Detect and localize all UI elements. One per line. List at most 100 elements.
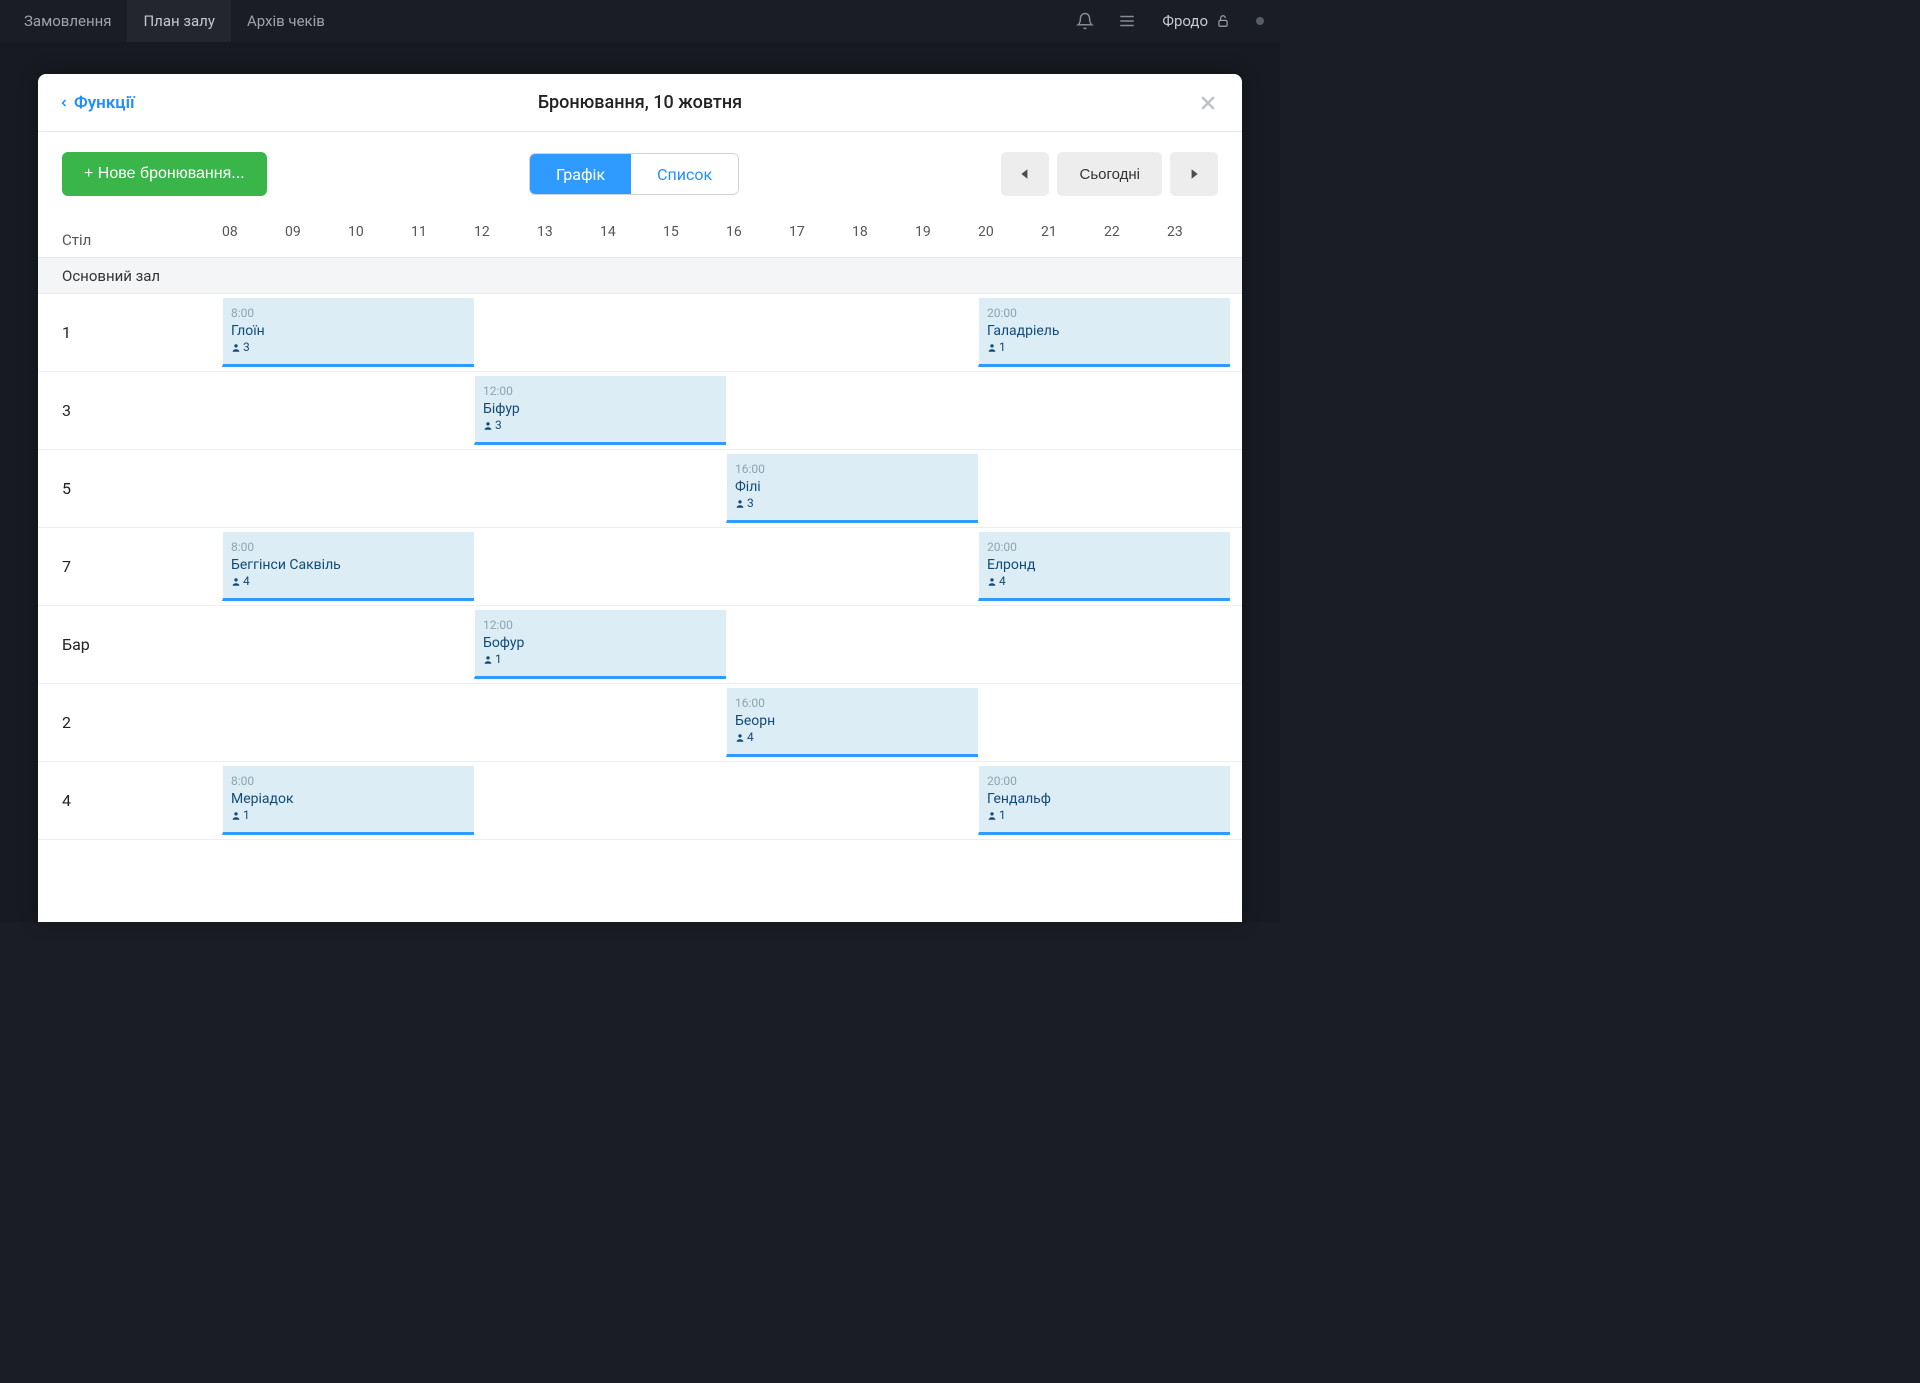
table-label: 1 xyxy=(62,294,222,371)
booking[interactable]: 12:00Біфур3 xyxy=(474,376,726,445)
booking-name: Меріадок xyxy=(231,790,466,808)
topbar-item[interactable]: План залу xyxy=(127,0,230,42)
table-label: 4 xyxy=(62,762,222,839)
hour-header: 13 xyxy=(537,222,600,257)
new-booking-button[interactable]: + Нове бронювання... xyxy=(62,152,267,196)
topbar-nav: ЗамовленняПлан залуАрхів чеків xyxy=(8,0,341,42)
booking[interactable]: 20:00Галадріель1 xyxy=(978,298,1230,367)
booking-name: Гендальф xyxy=(987,790,1222,808)
next-day-button[interactable] xyxy=(1170,152,1218,196)
back-link[interactable]: Функції xyxy=(58,93,135,113)
close-button[interactable] xyxy=(1194,89,1222,117)
table-label: 5 xyxy=(62,450,222,527)
modal-header: Функції Бронювання, 10 жовтня xyxy=(38,74,1242,132)
hour-header: 21 xyxy=(1041,222,1104,257)
table-row: Бар 12:00Бофур1 xyxy=(38,606,1242,684)
hour-header: 10 xyxy=(348,222,411,257)
today-button[interactable]: Сьогодні xyxy=(1057,152,1162,196)
hour-header: 14 xyxy=(600,222,663,257)
booking-name: Галадріель xyxy=(987,322,1222,340)
table-track[interactable]: 8:00Глоїн3 20:00Галадріель1 xyxy=(222,294,1230,371)
booking-time: 16:00 xyxy=(735,462,970,478)
table-track[interactable]: 8:00Меріадок1 20:00Гендальф1 xyxy=(222,762,1230,839)
person-icon xyxy=(483,655,493,665)
prev-day-button[interactable] xyxy=(1001,152,1049,196)
table-track[interactable]: 12:00Бофур1 xyxy=(222,606,1230,683)
person-icon xyxy=(483,421,493,431)
booking-time: 20:00 xyxy=(987,540,1222,556)
status-dot xyxy=(1256,17,1264,25)
booking-guests: 4 xyxy=(987,574,1222,590)
booking-guests: 1 xyxy=(987,340,1222,356)
person-icon xyxy=(735,499,745,509)
hour-header: 17 xyxy=(789,222,852,257)
close-icon xyxy=(1198,93,1218,113)
person-icon xyxy=(987,343,997,353)
gantt-body[interactable]: Основний зал18:00Глоїн320:00Галадріель13… xyxy=(38,258,1242,922)
time-header: Стіл 08091011121314151617181920212223 xyxy=(38,222,1242,258)
hour-header: 19 xyxy=(915,222,978,257)
hour-header: 11 xyxy=(411,222,474,257)
chevron-left-icon xyxy=(58,96,70,110)
booking[interactable]: 8:00Глоїн3 xyxy=(222,298,474,367)
booking[interactable]: 20:00Гендальф1 xyxy=(978,766,1230,835)
topbar-item[interactable]: Архів чеків xyxy=(231,0,341,42)
table-row: 312:00Біфур3 xyxy=(38,372,1242,450)
booking[interactable]: 8:00Меріадок1 xyxy=(222,766,474,835)
person-icon xyxy=(231,577,241,587)
person-icon xyxy=(735,733,745,743)
table-label: Бар xyxy=(62,606,222,683)
booking[interactable]: 12:00Бофур1 xyxy=(474,610,726,679)
booking-guests: 4 xyxy=(735,730,970,746)
menu-icon[interactable] xyxy=(1106,12,1148,30)
booking-guests: 1 xyxy=(483,652,718,668)
booking[interactable]: 16:00Беорн4 xyxy=(726,688,978,757)
table-track[interactable]: 12:00Біфур3 xyxy=(222,372,1230,449)
table-label: 7 xyxy=(62,528,222,605)
booking-guests: 4 xyxy=(231,574,466,590)
table-column-header: Стіл xyxy=(62,222,222,257)
booking-name: Бофур xyxy=(483,634,718,652)
table-row: 18:00Глоїн320:00Галадріель1 xyxy=(38,294,1242,372)
booking-name: Філі xyxy=(735,478,970,496)
hour-header: 16 xyxy=(726,222,789,257)
bell-icon[interactable] xyxy=(1064,12,1106,30)
hour-header: 09 xyxy=(285,222,348,257)
triangle-right-icon xyxy=(1188,168,1200,180)
booking-name: Беггінси Саквіль xyxy=(231,556,466,574)
booking-time: 16:00 xyxy=(735,696,970,712)
person-icon xyxy=(987,577,997,587)
booking-time: 8:00 xyxy=(231,306,466,322)
booking-guests: 3 xyxy=(231,340,466,356)
booking-time: 12:00 xyxy=(483,618,718,634)
view-toggle-list[interactable]: Список xyxy=(631,154,738,194)
booking-name: Елронд xyxy=(987,556,1222,574)
person-icon xyxy=(231,343,241,353)
topbar-item[interactable]: Замовлення xyxy=(8,0,127,42)
view-toggle: Графік Список xyxy=(529,153,739,195)
hour-header: 23 xyxy=(1167,222,1230,257)
toolbar: + Нове бронювання... Графік Список Сього… xyxy=(38,132,1242,222)
modal-title: Бронювання, 10 жовтня xyxy=(38,92,1242,113)
view-toggle-chart[interactable]: Графік xyxy=(530,154,631,194)
hour-header: 20 xyxy=(978,222,1041,257)
booking-guests: 1 xyxy=(987,808,1222,824)
booking[interactable]: 8:00Беггінси Саквіль4 xyxy=(222,532,474,601)
user-name: Фродо xyxy=(1162,12,1208,30)
table-track[interactable]: 8:00Беггінси Саквіль420:00Елронд4 xyxy=(222,528,1230,605)
booking-time: 20:00 xyxy=(987,774,1222,790)
hour-header: 22 xyxy=(1104,222,1167,257)
section-header: Основний зал xyxy=(38,258,1242,294)
booking[interactable]: 20:00Елронд4 xyxy=(978,532,1230,601)
person-icon xyxy=(987,811,997,821)
user-menu[interactable]: Фродо xyxy=(1148,12,1244,30)
topbar: ЗамовленняПлан залуАрхів чеків Фродо xyxy=(0,0,1280,42)
back-label: Функції xyxy=(74,93,135,113)
lock-icon xyxy=(1216,14,1230,28)
booking-guests: 3 xyxy=(735,496,970,512)
booking[interactable]: 16:00Філі3 xyxy=(726,454,978,523)
table-track[interactable]: 16:00Філі3 xyxy=(222,450,1230,527)
hour-header: 12 xyxy=(474,222,537,257)
booking-time: 12:00 xyxy=(483,384,718,400)
table-track[interactable]: 16:00Беорн4 xyxy=(222,684,1230,761)
